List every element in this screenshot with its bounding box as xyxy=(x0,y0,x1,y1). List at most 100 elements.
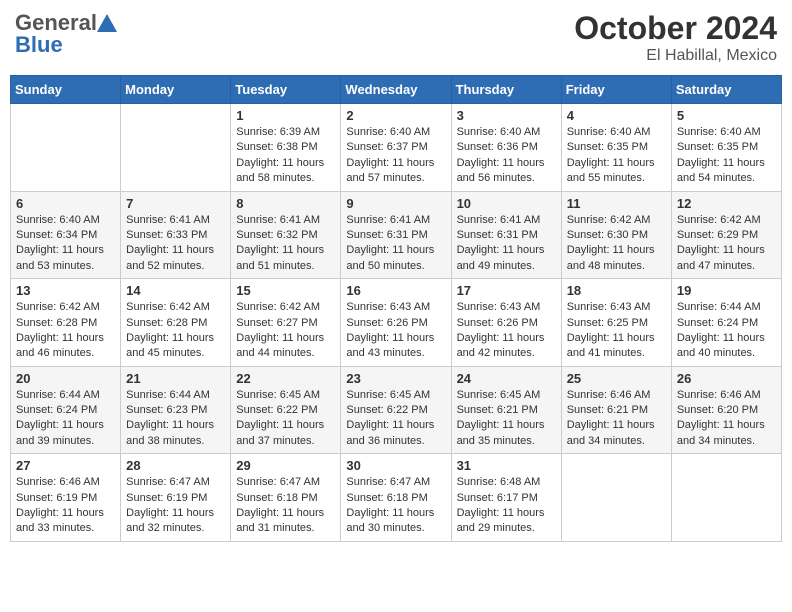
calendar-header-row: Sunday Monday Tuesday Wednesday Thursday… xyxy=(11,76,782,104)
day-info: Sunrise: 6:47 AMSunset: 6:19 PMDaylight:… xyxy=(126,475,225,537)
col-saturday: Saturday xyxy=(671,76,781,104)
table-row: 31 Sunrise: 6:48 AMSunset: 6:17 PMDayligh… xyxy=(451,454,561,542)
table-row xyxy=(561,454,671,542)
day-number: 3 xyxy=(457,108,556,123)
col-monday: Monday xyxy=(121,76,231,104)
day-info: Sunrise: 6:44 AMSunset: 6:23 PMDaylight:… xyxy=(126,388,225,450)
calendar-week-row: 6 Sunrise: 6:40 AMSunset: 6:34 PMDaylight… xyxy=(11,191,782,279)
day-number: 18 xyxy=(567,283,666,298)
table-row: 1Sunrise: 6:39 AMSunset: 6:38 PMDaylight… xyxy=(231,104,341,192)
day-info: Sunrise: 6:42 AMSunset: 6:29 PMDaylight:… xyxy=(677,213,776,275)
table-row: 5Sunrise: 6:40 AMSunset: 6:35 PMDaylight… xyxy=(671,104,781,192)
table-row: 30Sunrise: 6:47 AMSunset: 6:18 PMDayligh… xyxy=(341,454,451,542)
col-thursday: Thursday xyxy=(451,76,561,104)
table-row: 11 Sunrise: 6:42 AMSunset: 6:30 PMDayligh… xyxy=(561,191,671,279)
day-info: Sunrise: 6:43 AMSunset: 6:25 PMDaylight:… xyxy=(567,300,666,362)
day-info: Sunrise: 6:46 AMSunset: 6:21 PMDaylight:… xyxy=(567,388,666,450)
calendar-week-row: 20 Sunrise: 6:44 AMSunset: 6:24 PMDayligh… xyxy=(11,366,782,454)
table-row: 27 Sunrise: 6:46 AMSunset: 6:19 PMDayligh… xyxy=(11,454,121,542)
table-row: 10Sunrise: 6:41 AMSunset: 6:31 PMDayligh… xyxy=(451,191,561,279)
table-row: 23Sunrise: 6:45 AMSunset: 6:22 PMDayligh… xyxy=(341,366,451,454)
day-info: Sunrise: 6:46 AMSunset: 6:20 PMDaylight:… xyxy=(677,388,776,450)
table-row: 6 Sunrise: 6:40 AMSunset: 6:34 PMDaylight… xyxy=(11,191,121,279)
table-row: 15 Sunrise: 6:42 AMSunset: 6:27 PMDayligh… xyxy=(231,279,341,367)
day-number: 22 xyxy=(236,371,335,386)
day-info: Sunrise: 6:45 AMSunset: 6:21 PMDaylight:… xyxy=(457,388,556,450)
table-row: 2Sunrise: 6:40 AMSunset: 6:37 PMDaylight… xyxy=(341,104,451,192)
table-row: 29Sunrise: 6:47 AMSunset: 6:18 PMDayligh… xyxy=(231,454,341,542)
table-row: 3Sunrise: 6:40 AMSunset: 6:36 PMDaylight… xyxy=(451,104,561,192)
table-row: 14 Sunrise: 6:42 AMSunset: 6:28 PMDayligh… xyxy=(121,279,231,367)
table-row: 13 Sunrise: 6:42 AMSunset: 6:28 PMDayligh… xyxy=(11,279,121,367)
day-info: Sunrise: 6:46 AMSunset: 6:19 PMDaylight:… xyxy=(16,475,115,537)
month-title: October 2024 xyxy=(574,10,777,47)
day-number: 9 xyxy=(346,196,445,211)
day-info: Sunrise: 6:42 AMSunset: 6:28 PMDaylight:… xyxy=(16,300,115,362)
day-info: Sunrise: 6:47 AMSunset: 6:18 PMDaylight:… xyxy=(236,475,335,537)
logo-icon xyxy=(97,14,117,32)
calendar-week-row: 13 Sunrise: 6:42 AMSunset: 6:28 PMDayligh… xyxy=(11,279,782,367)
day-number: 10 xyxy=(457,196,556,211)
day-info: Sunrise: 6:44 AMSunset: 6:24 PMDaylight:… xyxy=(677,300,776,362)
col-friday: Friday xyxy=(561,76,671,104)
day-number: 8 xyxy=(236,196,335,211)
table-row: 12 Sunrise: 6:42 AMSunset: 6:29 PMDayligh… xyxy=(671,191,781,279)
day-info: Sunrise: 6:43 AMSunset: 6:26 PMDaylight:… xyxy=(457,300,556,362)
table-row: 21 Sunrise: 6:44 AMSunset: 6:23 PMDayligh… xyxy=(121,366,231,454)
col-tuesday: Tuesday xyxy=(231,76,341,104)
day-info: Sunrise: 6:47 AMSunset: 6:18 PMDaylight:… xyxy=(346,475,445,537)
day-number: 5 xyxy=(677,108,776,123)
table-row: 26 Sunrise: 6:46 AMSunset: 6:20 PMDayligh… xyxy=(671,366,781,454)
table-row: 20 Sunrise: 6:44 AMSunset: 6:24 PMDayligh… xyxy=(11,366,121,454)
day-number: 14 xyxy=(126,283,225,298)
calendar-week-row: 1Sunrise: 6:39 AMSunset: 6:38 PMDaylight… xyxy=(11,104,782,192)
table-row: 17 Sunrise: 6:43 AMSunset: 6:26 PMDayligh… xyxy=(451,279,561,367)
table-row: 4 Sunrise: 6:40 AMSunset: 6:35 PMDaylight… xyxy=(561,104,671,192)
table-row: 8 Sunrise: 6:41 AMSunset: 6:32 PMDaylight… xyxy=(231,191,341,279)
logo: General Blue xyxy=(15,10,117,58)
day-info: Sunrise: 6:45 AMSunset: 6:22 PMDaylight:… xyxy=(346,388,445,450)
day-number: 31 xyxy=(457,458,556,473)
day-info: Sunrise: 6:42 AMSunset: 6:28 PMDaylight:… xyxy=(126,300,225,362)
table-row: 28Sunrise: 6:47 AMSunset: 6:19 PMDayligh… xyxy=(121,454,231,542)
day-info: Sunrise: 6:42 AMSunset: 6:27 PMDaylight:… xyxy=(236,300,335,362)
day-number: 19 xyxy=(677,283,776,298)
day-number: 25 xyxy=(567,371,666,386)
table-row xyxy=(11,104,121,192)
calendar-week-row: 27 Sunrise: 6:46 AMSunset: 6:19 PMDayligh… xyxy=(11,454,782,542)
day-number: 15 xyxy=(236,283,335,298)
day-number: 17 xyxy=(457,283,556,298)
day-number: 13 xyxy=(16,283,115,298)
day-info: Sunrise: 6:48 AMSunset: 6:17 PMDaylight:… xyxy=(457,475,556,537)
day-number: 1 xyxy=(236,108,335,123)
day-number: 7 xyxy=(126,196,225,211)
day-number: 12 xyxy=(677,196,776,211)
day-number: 21 xyxy=(126,371,225,386)
day-info: Sunrise: 6:41 AMSunset: 6:33 PMDaylight:… xyxy=(126,213,225,275)
table-row: 9Sunrise: 6:41 AMSunset: 6:31 PMDaylight… xyxy=(341,191,451,279)
location-title: El Habillal, Mexico xyxy=(574,47,777,65)
day-number: 16 xyxy=(346,283,445,298)
table-row xyxy=(671,454,781,542)
day-info: Sunrise: 6:40 AMSunset: 6:35 PMDaylight:… xyxy=(567,125,666,187)
table-row: 19 Sunrise: 6:44 AMSunset: 6:24 PMDayligh… xyxy=(671,279,781,367)
day-info: Sunrise: 6:41 AMSunset: 6:32 PMDaylight:… xyxy=(236,213,335,275)
day-info: Sunrise: 6:42 AMSunset: 6:30 PMDaylight:… xyxy=(567,213,666,275)
logo-blue-text: Blue xyxy=(15,32,63,58)
col-sunday: Sunday xyxy=(11,76,121,104)
day-info: Sunrise: 6:40 AMSunset: 6:37 PMDaylight:… xyxy=(346,125,445,187)
day-number: 11 xyxy=(567,196,666,211)
day-number: 27 xyxy=(16,458,115,473)
day-number: 6 xyxy=(16,196,115,211)
day-number: 20 xyxy=(16,371,115,386)
table-row: 24 Sunrise: 6:45 AMSunset: 6:21 PMDayligh… xyxy=(451,366,561,454)
table-row xyxy=(121,104,231,192)
day-info: Sunrise: 6:40 AMSunset: 6:34 PMDaylight:… xyxy=(16,213,115,275)
col-wednesday: Wednesday xyxy=(341,76,451,104)
day-info: Sunrise: 6:44 AMSunset: 6:24 PMDaylight:… xyxy=(16,388,115,450)
day-number: 24 xyxy=(457,371,556,386)
day-number: 4 xyxy=(567,108,666,123)
table-row: 18 Sunrise: 6:43 AMSunset: 6:25 PMDayligh… xyxy=(561,279,671,367)
day-number: 26 xyxy=(677,371,776,386)
table-row: 7 Sunrise: 6:41 AMSunset: 6:33 PMDaylight… xyxy=(121,191,231,279)
